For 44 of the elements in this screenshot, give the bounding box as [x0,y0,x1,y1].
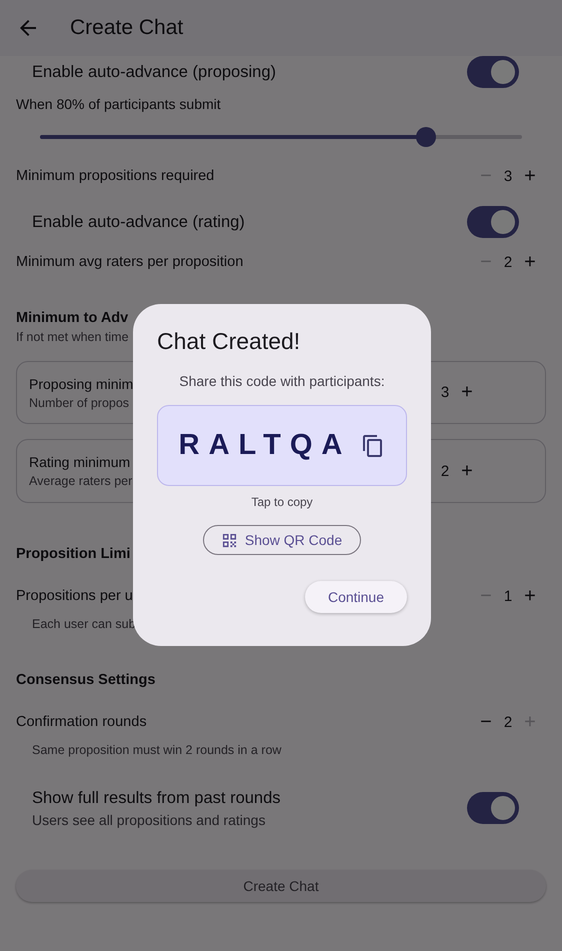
toggle-label: Show full results from past rounds [32,788,281,808]
toggle-switch[interactable] [467,206,519,238]
stepper-value: 3 [502,168,514,184]
setting-label: Propositions per u [16,588,133,604]
stepper-value: 2 [440,462,450,480]
toggle-label: Enable auto-advance (rating) [32,212,245,232]
card-caption: Average raters per [29,474,132,488]
stepper-value: 2 [502,254,514,270]
toggle-label: Enable auto-advance (proposing) [32,62,276,82]
minus-button[interactable]: − [478,710,494,734]
copy-hint: Tap to copy [250,495,314,509]
stepper-value: 2 [502,714,514,730]
qr-code-icon [222,532,237,548]
continue-button[interactable]: Continue [304,581,407,613]
dialog-title: Chat Created! [157,328,302,355]
stepper-value: 3 [440,384,450,401]
setting-label: Minimum propositions required [16,168,214,184]
code-box[interactable]: RALTQA [157,405,407,486]
stepper-value: 1 [502,588,514,604]
plus-button[interactable]: + [459,460,475,482]
create-chat-button[interactable]: Create Chat [16,870,546,902]
dialog-prompt: Share this code with participants: [178,373,386,389]
section-title: Proposition Limi [16,546,130,562]
toggle-switch[interactable] [467,792,519,824]
card-label: Rating minimum [29,454,132,470]
setting-label: Minimum avg raters per proposition [16,254,244,270]
slider-caption: When 80% of participants submit [16,96,221,112]
chat-code: RALTQA [178,429,352,462]
toggle-caption: Users see all propositions and ratings [32,812,266,828]
plus-button[interactable]: + [522,584,538,608]
plus-button[interactable]: + [459,381,475,404]
card-caption: Number of propos [29,396,130,410]
slider-thumb[interactable] [416,127,436,147]
plus-button[interactable]: + [522,164,538,188]
page-title: Create Chat [70,16,184,40]
show-qr-button[interactable]: Show QR Code [202,525,362,555]
section-title: Minimum to Adv [16,310,128,326]
setting-label: Confirmation rounds [16,714,147,730]
plus-button[interactable]: + [522,250,538,274]
section-subtitle: If not met when time [16,330,129,344]
card-label: Proposing minim [29,376,134,392]
section-title: Consensus Settings [16,672,156,688]
toggle-switch[interactable] [467,56,519,88]
setting-note: Same proposition must win 2 rounds in a row [32,743,282,757]
